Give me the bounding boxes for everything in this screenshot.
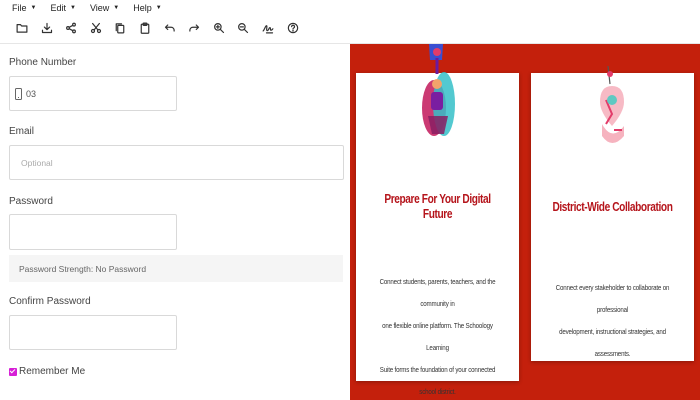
menu-view-label: View (89, 3, 110, 13)
promo-card-line: one flexible online platform. The School… (382, 321, 493, 352)
signature-icon[interactable] (260, 20, 276, 36)
menu-edit-label: Edit (50, 3, 66, 13)
menu-view[interactable]: View ▼ (90, 3, 119, 13)
promo-card-line: development, instructional strategies, a… (559, 327, 666, 358)
confirm-password-field[interactable] (9, 315, 177, 350)
confirm-password-label: Confirm Password (9, 296, 91, 307)
caret-down-icon: ▼ (69, 5, 76, 11)
menu-file[interactable]: File ▼ (12, 3, 36, 13)
paste-icon[interactable] (137, 20, 153, 36)
caret-down-icon: ▼ (155, 5, 162, 11)
redo-icon[interactable] (186, 20, 202, 36)
copy-icon[interactable] (112, 20, 128, 36)
promo-card-line: Connect every stakeholder to collaborate… (555, 283, 670, 314)
share-icon[interactable] (63, 20, 79, 36)
promo-card-line: Connect students, parents, teachers, and… (379, 277, 496, 308)
promo-card-title: District-Wide Collaboration (552, 199, 673, 214)
promo-card-title: Prepare For Your Digital Future (384, 191, 491, 221)
promo-panel: Prepare For Your Digital Future Connect … (350, 44, 700, 400)
email-field[interactable]: Optional (9, 145, 344, 180)
checkbox-checked-icon (9, 367, 17, 376)
menu-bar: File ▼ Edit ▼ View ▼ Help ▼ (12, 3, 176, 13)
download-icon[interactable] (39, 20, 55, 36)
email-label: Email (9, 126, 35, 137)
promo-card-text: Connect students, parents, teachers, and… (373, 271, 503, 400)
remember-me-label: Remember Me (19, 366, 86, 377)
promo-card-text: Connect every stakeholder to collaborate… (548, 277, 678, 365)
toolbar (14, 20, 309, 36)
menu-help[interactable]: Help ▼ (133, 3, 161, 13)
registration-form: Phone Number 03 Email Optional Password … (0, 44, 350, 400)
caret-down-icon: ▼ (113, 5, 120, 11)
top-bar: File ▼ Edit ▼ View ▼ Help ▼ (0, 0, 700, 44)
promo-card-line: Suite forms the foundation of your conne… (379, 365, 496, 396)
collaboration-illustration (596, 66, 630, 148)
open-folder-icon[interactable] (14, 20, 30, 36)
phone-value: 03 (26, 88, 37, 99)
undo-icon[interactable] (162, 20, 178, 36)
zoom-in-icon[interactable] (211, 20, 227, 36)
menu-file-label: File (12, 3, 27, 13)
password-strength-indicator: Password Strength: No Password (9, 255, 343, 282)
password-field[interactable] (9, 214, 177, 250)
menu-edit[interactable]: Edit ▼ (50, 3, 75, 13)
phone-label: Phone Number (9, 57, 77, 68)
email-placeholder: Optional (21, 157, 53, 168)
caret-down-icon: ▼ (30, 5, 37, 11)
menu-help-label: Help (133, 3, 152, 13)
remember-me-checkbox[interactable]: Remember Me (9, 366, 85, 377)
cut-icon[interactable] (88, 20, 104, 36)
phone-number-field[interactable]: 03 (9, 76, 177, 111)
help-icon[interactable] (285, 20, 301, 36)
digital-future-illustration (418, 44, 458, 140)
zoom-out-icon[interactable] (235, 20, 251, 36)
password-label: Password (9, 196, 53, 207)
phone-icon (15, 87, 22, 100)
